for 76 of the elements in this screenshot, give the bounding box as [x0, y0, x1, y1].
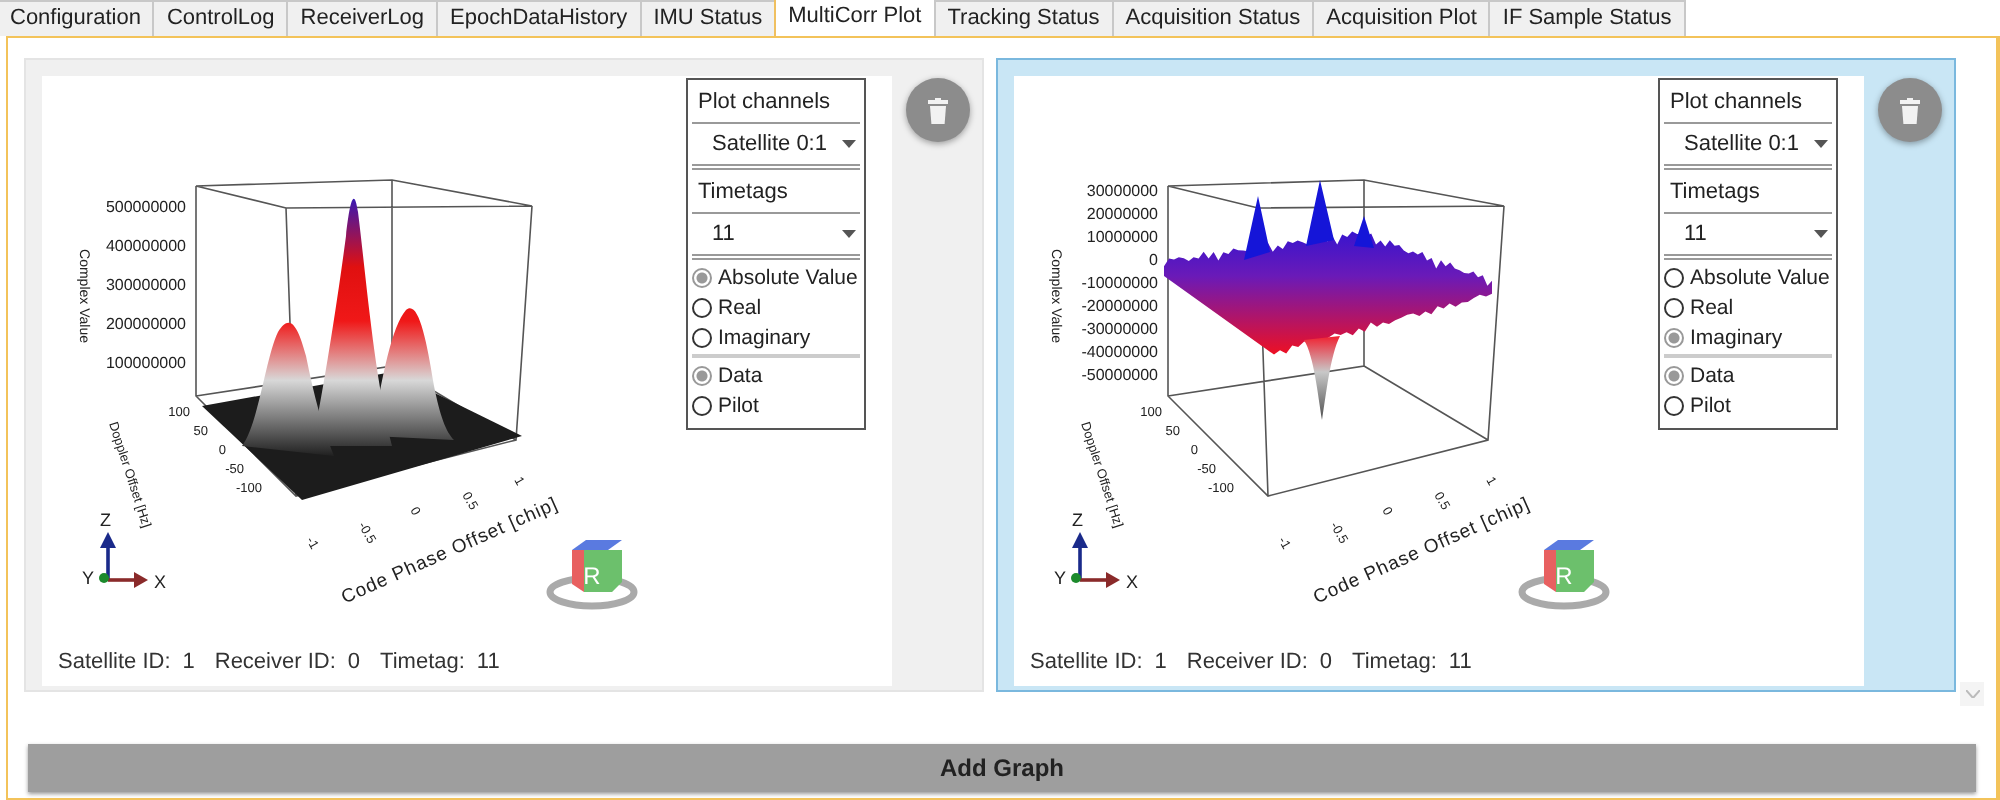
tick-label: -10000000: [1081, 274, 1158, 292]
tick-label: 10000000: [1086, 228, 1158, 246]
caret-icon: [1814, 140, 1828, 148]
tab[interactable]: ControlLog: [152, 0, 289, 36]
section-label: Timetags: [692, 170, 860, 214]
tab[interactable]: Acquisition Plot: [1312, 0, 1491, 36]
info-label: Receiver ID:: [1186, 650, 1308, 674]
section-label: Plot channels: [692, 80, 860, 124]
tick-label: -20000000: [1081, 297, 1158, 315]
scroll-down-button[interactable]: [1960, 682, 1984, 706]
tick-label: 500000000: [105, 198, 186, 216]
radio-option[interactable]: Data: [1664, 360, 1832, 390]
axis-label: Y: [1054, 568, 1067, 588]
trash-icon: [927, 97, 947, 123]
radio-option[interactable]: Absolute Value: [692, 262, 860, 292]
info-value: 0: [347, 650, 361, 674]
tab[interactable]: Acquisition Status: [1111, 0, 1315, 36]
timetag-dropdown[interactable]: 11: [1664, 214, 1832, 260]
caret-icon: [842, 230, 856, 238]
radio-option[interactable]: Real: [1664, 292, 1832, 322]
tick-label: 400000000: [105, 237, 186, 255]
channel-dropdown[interactable]: Satellite 0:1: [1664, 124, 1832, 170]
tick-label: 0: [1149, 251, 1158, 269]
tab[interactable]: Tracking Status: [933, 0, 1114, 36]
info-label: Timetag:: [1352, 650, 1437, 674]
axis-triad-icon: [99, 532, 148, 588]
view-cube-icon: [1518, 540, 1610, 610]
tick-label: 300000000: [105, 276, 186, 294]
axis-triad-icon: [1071, 532, 1120, 588]
axis-label: X: [1126, 572, 1139, 592]
info-label: Timetag:: [380, 650, 465, 674]
axis-label: Y: [82, 568, 95, 588]
info-value: 1: [182, 650, 195, 674]
delete-button[interactable]: [1877, 78, 1941, 142]
tick-label: 200000000: [105, 315, 186, 333]
info-label: Satellite ID:: [1030, 650, 1143, 674]
radio-option[interactable]: Absolute Value: [1664, 262, 1832, 292]
tick-label: -30000000: [1081, 320, 1158, 338]
radio-option[interactable]: Real: [692, 292, 860, 322]
cube-face-label: R: [1555, 562, 1573, 590]
axis-label: X: [154, 572, 167, 592]
caret-icon: [842, 140, 856, 148]
tab[interactable]: ReceiverLog: [286, 0, 439, 36]
cube-face-label: R: [583, 562, 601, 590]
tab[interactable]: IF Sample Status: [1488, 0, 1686, 36]
radio-option[interactable]: Imaginary: [692, 322, 860, 352]
info-label: Satellite ID:: [58, 650, 171, 674]
info-value: 0: [1319, 650, 1333, 674]
trash-icon: [1899, 97, 1919, 123]
radio-option[interactable]: Data: [692, 360, 860, 390]
timetag-dropdown[interactable]: 11: [692, 214, 860, 260]
channel-dropdown[interactable]: Satellite 0:1: [692, 124, 860, 170]
tab[interactable]: IMU Status: [639, 0, 777, 36]
radio-option[interactable]: Pilot: [692, 390, 860, 420]
tick-label: 20000000: [1086, 205, 1158, 223]
radio-option[interactable]: Pilot: [1664, 390, 1832, 420]
radio-option[interactable]: Imaginary: [1664, 322, 1832, 352]
view-cube-icon: [546, 540, 638, 610]
axis-label: Z: [100, 510, 111, 530]
tick-label: 30000000: [1086, 182, 1158, 200]
tab[interactable]: EpochDataHistory: [436, 0, 642, 36]
info-label: Receiver ID:: [214, 650, 336, 674]
info-value: 11: [476, 650, 500, 674]
section-label: Plot channels: [1664, 80, 1832, 124]
caret-icon: [1814, 230, 1828, 238]
tick-label: -40000000: [1081, 343, 1158, 361]
delete-button[interactable]: [905, 78, 969, 142]
tick-label: 100000000: [105, 354, 186, 372]
add-graph-button[interactable]: Add Graph: [28, 744, 1976, 792]
axis-label: Z: [1072, 510, 1083, 530]
tab[interactable]: Configuration: [0, 0, 155, 36]
chevron-down-icon: [1965, 690, 1979, 698]
info-value: 1: [1154, 650, 1167, 674]
section-label: Timetags: [1664, 170, 1832, 214]
tick-label: -50000000: [1081, 366, 1158, 384]
info-value: 11: [1448, 650, 1472, 674]
